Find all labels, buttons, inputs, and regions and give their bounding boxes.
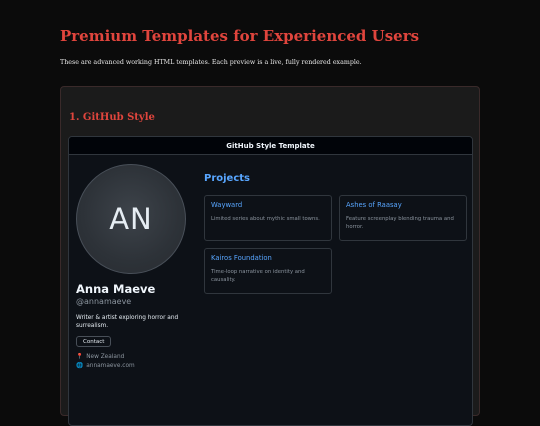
location-text: New Zealand [86,354,125,360]
website-link[interactable]: annamaeve.com [86,363,134,369]
projects-title: Projects [204,173,251,184]
globe-icon: 🌐 [76,363,84,369]
website-row: 🌐 annamaeve.com [76,363,135,369]
template-panel: 1. GitHub Style GitHub Style Template AN… [60,86,480,426]
preview-header: GitHub Style Template [69,137,472,155]
project-title[interactable]: Kairos Foundation [211,254,325,262]
project-card-kairos-foundation[interactable]: Kairos Foundation Time-loop narrative on… [204,248,332,294]
contact-button[interactable]: Contact [76,336,112,347]
project-description: Limited series about mythic small towns. [211,216,320,222]
page-title: Premium Templates for Experienced Users [60,27,420,45]
project-card-ashes-of-raasay[interactable]: Ashes of Raasay Feature screenplay blend… [339,195,467,241]
github-preview: GitHub Style Template AN Anna Maeve @ann… [68,136,473,426]
project-description: Feature screenplay blending trauma and h… [346,216,454,230]
project-title[interactable]: Wayward [211,201,325,209]
user-bio: Writer & artist exploring horror and sur… [76,315,179,329]
user-name: Anna Maeve [76,282,156,296]
location-pin-icon: 📍 [76,354,84,360]
user-handle: @annamaeve [76,297,132,306]
project-title[interactable]: Ashes of Raasay [346,201,460,209]
location-row: 📍 New Zealand [76,354,124,360]
project-description: Time-loop narrative on identity and caus… [211,269,305,283]
page-subtitle: These are advanced working HTML template… [60,59,362,66]
section-title: 1. GitHub Style [69,112,155,123]
avatar: AN [76,164,186,274]
project-card-wayward[interactable]: Wayward Limited series about mythic smal… [204,195,332,241]
